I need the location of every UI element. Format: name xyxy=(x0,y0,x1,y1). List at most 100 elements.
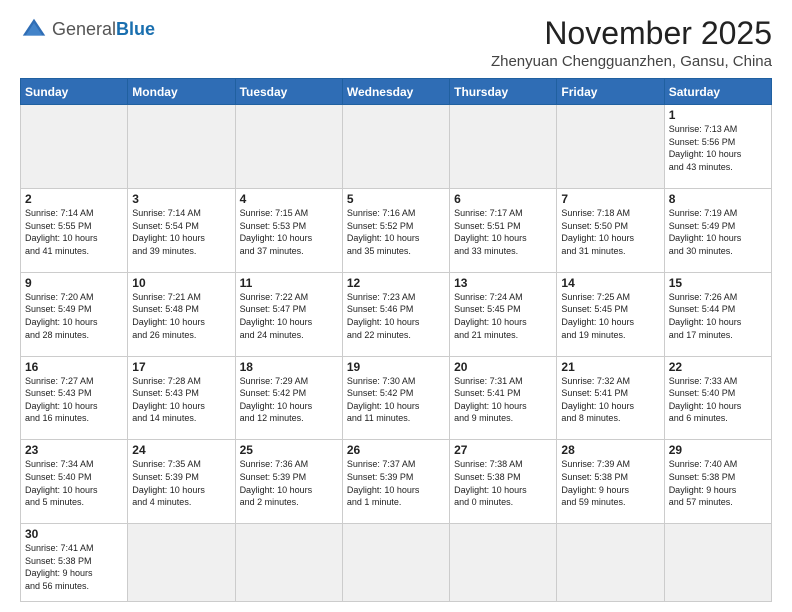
day-info: Sunrise: 7:15 AM Sunset: 5:53 PM Dayligh… xyxy=(240,207,338,257)
day-number: 1 xyxy=(669,108,767,122)
day-cell: 21Sunrise: 7:32 AM Sunset: 5:41 PM Dayli… xyxy=(557,356,664,440)
day-cell: 9Sunrise: 7:20 AM Sunset: 5:49 PM Daylig… xyxy=(21,272,128,356)
empty-cell xyxy=(235,105,342,189)
calendar-row: 9Sunrise: 7:20 AM Sunset: 5:49 PM Daylig… xyxy=(21,272,772,356)
calendar-row: 16Sunrise: 7:27 AM Sunset: 5:43 PM Dayli… xyxy=(21,356,772,440)
day-cell: 18Sunrise: 7:29 AM Sunset: 5:42 PM Dayli… xyxy=(235,356,342,440)
day-cell: 29Sunrise: 7:40 AM Sunset: 5:38 PM Dayli… xyxy=(664,440,771,524)
calendar: Sunday Monday Tuesday Wednesday Thursday… xyxy=(20,78,772,602)
logo-text: GeneralBlue xyxy=(52,20,155,40)
header-monday: Monday xyxy=(128,79,235,105)
day-cell: 8Sunrise: 7:19 AM Sunset: 5:49 PM Daylig… xyxy=(664,188,771,272)
day-info: Sunrise: 7:28 AM Sunset: 5:43 PM Dayligh… xyxy=(132,375,230,425)
day-number: 12 xyxy=(347,276,445,290)
day-cell: 20Sunrise: 7:31 AM Sunset: 5:41 PM Dayli… xyxy=(450,356,557,440)
day-info: Sunrise: 7:17 AM Sunset: 5:51 PM Dayligh… xyxy=(454,207,552,257)
day-number: 29 xyxy=(669,443,767,457)
day-info: Sunrise: 7:38 AM Sunset: 5:38 PM Dayligh… xyxy=(454,458,552,508)
page: GeneralBlue November 2025 Zhenyuan Cheng… xyxy=(0,0,792,612)
day-number: 13 xyxy=(454,276,552,290)
day-cell: 15Sunrise: 7:26 AM Sunset: 5:44 PM Dayli… xyxy=(664,272,771,356)
day-number: 17 xyxy=(132,360,230,374)
day-cell: 17Sunrise: 7:28 AM Sunset: 5:43 PM Dayli… xyxy=(128,356,235,440)
empty-cell xyxy=(128,105,235,189)
day-number: 22 xyxy=(669,360,767,374)
day-info: Sunrise: 7:32 AM Sunset: 5:41 PM Dayligh… xyxy=(561,375,659,425)
day-cell: 26Sunrise: 7:37 AM Sunset: 5:39 PM Dayli… xyxy=(342,440,449,524)
day-cell: 1Sunrise: 7:13 AM Sunset: 5:56 PM Daylig… xyxy=(664,105,771,189)
day-cell: 4Sunrise: 7:15 AM Sunset: 5:53 PM Daylig… xyxy=(235,188,342,272)
day-number: 20 xyxy=(454,360,552,374)
day-info: Sunrise: 7:39 AM Sunset: 5:38 PM Dayligh… xyxy=(561,458,659,508)
day-number: 23 xyxy=(25,443,123,457)
calendar-row: 23Sunrise: 7:34 AM Sunset: 5:40 PM Dayli… xyxy=(21,440,772,524)
day-cell: 13Sunrise: 7:24 AM Sunset: 5:45 PM Dayli… xyxy=(450,272,557,356)
header-wednesday: Wednesday xyxy=(342,79,449,105)
header-tuesday: Tuesday xyxy=(235,79,342,105)
day-cell: 28Sunrise: 7:39 AM Sunset: 5:38 PM Dayli… xyxy=(557,440,664,524)
day-info: Sunrise: 7:14 AM Sunset: 5:54 PM Dayligh… xyxy=(132,207,230,257)
day-info: Sunrise: 7:27 AM Sunset: 5:43 PM Dayligh… xyxy=(25,375,123,425)
empty-cell xyxy=(450,105,557,189)
day-info: Sunrise: 7:19 AM Sunset: 5:49 PM Dayligh… xyxy=(669,207,767,257)
logo-blue: Blue xyxy=(116,19,155,39)
day-info: Sunrise: 7:23 AM Sunset: 5:46 PM Dayligh… xyxy=(347,291,445,341)
day-info: Sunrise: 7:25 AM Sunset: 5:45 PM Dayligh… xyxy=(561,291,659,341)
day-cell: 5Sunrise: 7:16 AM Sunset: 5:52 PM Daylig… xyxy=(342,188,449,272)
empty-cell xyxy=(21,105,128,189)
day-cell: 10Sunrise: 7:21 AM Sunset: 5:48 PM Dayli… xyxy=(128,272,235,356)
day-info: Sunrise: 7:13 AM Sunset: 5:56 PM Dayligh… xyxy=(669,123,767,173)
day-info: Sunrise: 7:29 AM Sunset: 5:42 PM Dayligh… xyxy=(240,375,338,425)
header-sunday: Sunday xyxy=(21,79,128,105)
day-number: 8 xyxy=(669,192,767,206)
day-info: Sunrise: 7:22 AM Sunset: 5:47 PM Dayligh… xyxy=(240,291,338,341)
location: Zhenyuan Chengguanzhen, Gansu, China xyxy=(491,53,772,70)
day-number: 14 xyxy=(561,276,659,290)
day-info: Sunrise: 7:41 AM Sunset: 5:38 PM Dayligh… xyxy=(25,542,123,592)
day-cell: 25Sunrise: 7:36 AM Sunset: 5:39 PM Dayli… xyxy=(235,440,342,524)
day-info: Sunrise: 7:40 AM Sunset: 5:38 PM Dayligh… xyxy=(669,458,767,508)
day-info: Sunrise: 7:14 AM Sunset: 5:55 PM Dayligh… xyxy=(25,207,123,257)
day-cell: 19Sunrise: 7:30 AM Sunset: 5:42 PM Dayli… xyxy=(342,356,449,440)
empty-cell xyxy=(664,524,771,602)
day-number: 24 xyxy=(132,443,230,457)
day-number: 10 xyxy=(132,276,230,290)
day-number: 30 xyxy=(25,527,123,541)
day-number: 7 xyxy=(561,192,659,206)
day-number: 25 xyxy=(240,443,338,457)
day-number: 6 xyxy=(454,192,552,206)
logo-icon xyxy=(20,16,48,44)
day-number: 18 xyxy=(240,360,338,374)
day-info: Sunrise: 7:35 AM Sunset: 5:39 PM Dayligh… xyxy=(132,458,230,508)
day-cell: 7Sunrise: 7:18 AM Sunset: 5:50 PM Daylig… xyxy=(557,188,664,272)
day-cell: 6Sunrise: 7:17 AM Sunset: 5:51 PM Daylig… xyxy=(450,188,557,272)
day-info: Sunrise: 7:18 AM Sunset: 5:50 PM Dayligh… xyxy=(561,207,659,257)
logo: GeneralBlue xyxy=(20,16,155,44)
day-number: 9 xyxy=(25,276,123,290)
empty-cell xyxy=(128,524,235,602)
day-number: 16 xyxy=(25,360,123,374)
day-info: Sunrise: 7:34 AM Sunset: 5:40 PM Dayligh… xyxy=(25,458,123,508)
header: GeneralBlue November 2025 Zhenyuan Cheng… xyxy=(20,16,772,70)
empty-cell xyxy=(557,105,664,189)
header-thursday: Thursday xyxy=(450,79,557,105)
day-cell: 16Sunrise: 7:27 AM Sunset: 5:43 PM Dayli… xyxy=(21,356,128,440)
title-block: November 2025 Zhenyuan Chengguanzhen, Ga… xyxy=(491,16,772,70)
day-cell: 23Sunrise: 7:34 AM Sunset: 5:40 PM Dayli… xyxy=(21,440,128,524)
day-cell: 2Sunrise: 7:14 AM Sunset: 5:55 PM Daylig… xyxy=(21,188,128,272)
empty-cell xyxy=(342,524,449,602)
day-number: 28 xyxy=(561,443,659,457)
day-number: 4 xyxy=(240,192,338,206)
day-cell: 27Sunrise: 7:38 AM Sunset: 5:38 PM Dayli… xyxy=(450,440,557,524)
calendar-row: 2Sunrise: 7:14 AM Sunset: 5:55 PM Daylig… xyxy=(21,188,772,272)
day-info: Sunrise: 7:16 AM Sunset: 5:52 PM Dayligh… xyxy=(347,207,445,257)
day-info: Sunrise: 7:21 AM Sunset: 5:48 PM Dayligh… xyxy=(132,291,230,341)
day-number: 2 xyxy=(25,192,123,206)
day-info: Sunrise: 7:26 AM Sunset: 5:44 PM Dayligh… xyxy=(669,291,767,341)
day-number: 11 xyxy=(240,276,338,290)
header-saturday: Saturday xyxy=(664,79,771,105)
day-number: 3 xyxy=(132,192,230,206)
day-number: 21 xyxy=(561,360,659,374)
day-cell: 14Sunrise: 7:25 AM Sunset: 5:45 PM Dayli… xyxy=(557,272,664,356)
header-friday: Friday xyxy=(557,79,664,105)
